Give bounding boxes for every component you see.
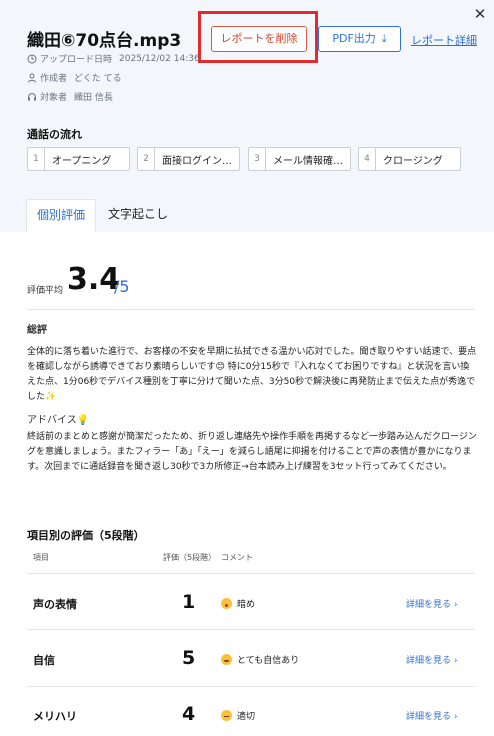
table-row-comment: 適切 <box>221 709 255 722</box>
advice-heading: アドバイス💡 <box>27 415 90 426</box>
table-divider <box>27 573 475 574</box>
flow-step-label: クロージング <box>383 155 443 167</box>
upload-datetime: アップロード日時 2025/12/02 14:36 <box>27 52 200 65</box>
flow-step-label: オープニング <box>52 155 112 167</box>
comment-text: 適切 <box>237 712 256 722</box>
report-detail-link[interactable]: レポート詳細 <box>411 32 477 48</box>
table-row-comment: とても自信あり <box>221 653 299 666</box>
table-row-comment: 暗め <box>221 597 255 610</box>
flow-step-number: 4 <box>359 148 376 170</box>
call-flow-title: 通話の流れ <box>27 128 82 141</box>
column-header-score: 評価（5段階） <box>163 553 217 562</box>
target-label: 対象者 <box>40 93 68 103</box>
details-link[interactable]: 詳細を見る › <box>406 597 457 610</box>
creator-value: どくた てる <box>74 74 122 84</box>
table-row-score: 4 <box>182 703 196 725</box>
person-icon <box>28 73 36 83</box>
creator-label: 作成者 <box>40 74 68 84</box>
delete-report-button[interactable]: レポートを削除 <box>211 26 307 52</box>
table-row-name: 自信 <box>33 654 55 667</box>
download-icon: ⤓ <box>381 32 387 45</box>
flow-step-number: 1 <box>28 148 45 170</box>
flow-step-label: 面接ログイント… <box>162 155 239 167</box>
shocked-face-icon <box>221 598 232 609</box>
page-title: 織田⑥70点台.mp3 <box>27 31 182 51</box>
average-score-max: /5 <box>114 277 130 296</box>
divider <box>27 309 475 310</box>
table-row-name: 声の表情 <box>33 598 77 611</box>
summary-heading: 総評 <box>27 325 47 336</box>
flow-step-number: 2 <box>138 148 155 170</box>
comment-text: 暗め <box>237 600 256 610</box>
flow-step-label: メール情報確認… <box>273 155 350 167</box>
flow-step-3[interactable]: 3 メール情報確認… <box>248 147 351 171</box>
target-value: 織田 信長 <box>74 93 113 103</box>
grinning-face-icon <box>221 654 232 665</box>
flow-step-1[interactable]: 1 オープニング <box>27 147 130 171</box>
headset-icon <box>28 92 36 100</box>
advice-text: 終話前のまとめと感謝が簡潔だったため、折り返し連絡先や操作手順を再掲するなど一歩… <box>27 432 477 472</box>
upload-label: アップロード日時 <box>40 55 113 65</box>
column-header-item: 項目 <box>33 553 49 562</box>
column-header-comment: コメント <box>221 553 253 562</box>
target-row: 対象者 織田 信長 <box>27 90 113 103</box>
upload-value: 2025/12/02 14:36 <box>119 53 200 64</box>
table-row-name: メリハリ <box>33 710 77 723</box>
tab-individual-evaluation[interactable]: 個別評価 <box>26 199 96 232</box>
details-link[interactable]: 詳細を見る › <box>406 653 457 666</box>
details-link[interactable]: 詳細を見る › <box>406 709 457 722</box>
table-divider <box>27 686 475 687</box>
table-row-score: 5 <box>182 647 196 669</box>
close-icon[interactable]: ✕ <box>472 6 488 22</box>
tab-transcription[interactable]: 文字起こし <box>100 199 176 232</box>
pdf-export-label: PDF出力 <box>332 32 376 45</box>
pdf-export-button[interactable]: PDF出力 ⤓ <box>318 26 401 52</box>
flow-step-4[interactable]: 4 クロージング <box>358 147 461 171</box>
flow-step-2[interactable]: 2 面接ログイント… <box>137 147 240 171</box>
comment-text: とても自信あり <box>237 656 300 666</box>
creator-row: 作成者 どくた てる <box>27 71 122 84</box>
clock-icon <box>27 54 37 63</box>
table-divider <box>27 629 475 630</box>
flow-step-number: 3 <box>249 148 266 170</box>
item-evaluation-title: 項目別の評価（5段階） <box>27 529 145 542</box>
average-score-value: 3.4 <box>67 262 121 297</box>
summary-text: 全体的に落ち着いた進行で、お客様の不安を早期に払拭できる温かい応対でした。聞き取… <box>27 347 477 402</box>
table-row-score: 1 <box>182 591 196 613</box>
neutral-face-icon <box>221 710 232 721</box>
average-score-label: 評価平均 <box>27 286 64 296</box>
